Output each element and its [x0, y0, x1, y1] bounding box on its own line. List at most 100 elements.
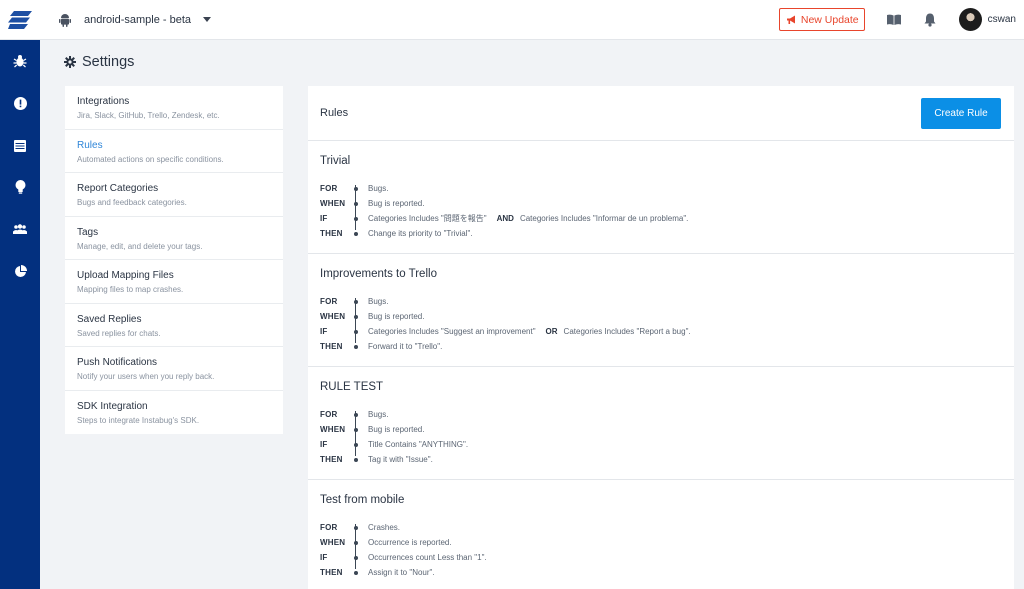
settings-menu-item-tags[interactable]: Tags Manage, edit, and delete your tags. [65, 217, 283, 260]
rule-clauses: FOR Crashes. WHEN Occurrence is reported… [320, 520, 1002, 580]
clause-value: Forward it to "Trello". [368, 342, 443, 351]
clause-value: Bug is reported. [368, 425, 425, 434]
users-icon[interactable] [0, 221, 40, 237]
clause-value: Bugs. [368, 297, 389, 306]
rule-clause-if: IF Categories Includes "Suggest an impro… [320, 324, 1002, 339]
rule-clauses: FOR Bugs. WHEN Bug is reported. IF Categ… [320, 294, 1002, 354]
clause-value: Categories Includes "問題を報告" [368, 214, 487, 223]
menu-item-title: Tags [77, 226, 99, 238]
clause-value: Occurrences count Less than "1". [368, 553, 487, 562]
settings-menu-item-sdk-integration[interactable]: SDK Integration Steps to integrate Insta… [65, 391, 283, 435]
rule-card[interactable]: Trivial FOR Bugs. WHEN Bug is reported. … [308, 141, 1014, 254]
rule-clause-for: FOR Bugs. [320, 407, 1002, 422]
alert-icon[interactable] [0, 95, 40, 111]
rule-card[interactable]: Improvements to Trello FOR Bugs. WHEN Bu… [308, 254, 1014, 367]
bell-icon[interactable] [923, 13, 937, 27]
settings-menu-item-report-categories[interactable]: Report Categories Bugs and feedback cate… [65, 173, 283, 217]
rule-clause-for: FOR Bugs. [320, 294, 1002, 309]
clause-keyword: FOR [320, 410, 338, 419]
rule-clause-for: FOR Crashes. [320, 520, 1002, 535]
clause-keyword: THEN [320, 568, 343, 577]
rules-panel: Rules Create Rule Trivial FOR Bugs. WHEN… [308, 86, 1014, 589]
rule-clause-when: WHEN Bug is reported. [320, 309, 1002, 324]
rule-card[interactable]: RULE TEST FOR Bugs. WHEN Bug is reported… [308, 367, 1014, 480]
create-rule-button[interactable]: Create Rule [921, 97, 1001, 129]
menu-item-desc: Steps to integrate Instabug's SDK. [77, 415, 200, 425]
rule-clause-if: IF Title Contains "ANYTHING". [320, 437, 1002, 452]
rule-clause-when: WHEN Occurrence is reported. [320, 535, 1002, 550]
rule-clause-if: IF Categories Includes "問題を報告" AND Categ… [320, 211, 1002, 226]
new-update-label: New Update [800, 13, 859, 26]
clause-value: Title Contains "ANYTHING". [368, 440, 469, 449]
menu-item-desc: Manage, edit, and delete your tags. [77, 241, 203, 251]
settings-menu-item-saved-replies[interactable]: Saved Replies Saved replies for chats. [65, 304, 283, 347]
clause-keyword: IF [320, 327, 328, 336]
instabug-logo[interactable] [0, 0, 40, 40]
page-header: Settings [64, 54, 134, 70]
menu-item-title: Integrations [77, 96, 130, 107]
rule-name: Improvements to Trello [320, 268, 437, 280]
menu-item-title: SDK Integration [77, 400, 148, 412]
megaphone-icon [786, 15, 795, 24]
menu-item-desc: Jira, Slack, GitHub, Trello, Zendesk, et… [77, 111, 220, 120]
clause-keyword: IF [320, 214, 328, 223]
clause-keyword: FOR [320, 184, 338, 193]
menu-item-title: Report Categories [77, 183, 159, 194]
settings-menu-item-integrations[interactable]: Integrations Jira, Slack, GitHub, Trello… [65, 86, 283, 130]
clause-value: Bug is reported. [368, 312, 425, 321]
clause-operator: OR [545, 327, 558, 336]
rule-clause-then: THEN Tag it with "Issue". [320, 452, 1002, 467]
clause-value: Categories Includes "Informar de un prob… [519, 214, 689, 223]
app-name: android-sample - beta [84, 13, 192, 26]
bug-icon[interactable] [0, 53, 40, 69]
rule-clause-then: THEN Change its priority to "Trivial". [320, 226, 1002, 241]
app-switcher[interactable]: android-sample - beta [58, 13, 212, 27]
clause-keyword: FOR [320, 297, 338, 306]
rule-clause-for: FOR Bugs. [320, 181, 1002, 196]
menu-item-title: Upload Mapping Files [77, 270, 174, 281]
menu-item-desc: Mapping files to map crashes. [77, 285, 184, 294]
new-update-button[interactable]: New Update [778, 8, 865, 31]
chevron-down-icon [203, 17, 212, 22]
pie-chart-icon[interactable] [0, 263, 40, 279]
rule-clauses: FOR Bugs. WHEN Bug is reported. IF Categ… [320, 181, 1002, 241]
rule-clauses: FOR Bugs. WHEN Bug is reported. IF Title… [320, 407, 1002, 467]
menu-item-desc: Notify your users when you reply back. [77, 372, 215, 381]
rule-clause-when: WHEN Bug is reported. [320, 422, 1002, 437]
rule-name: Trivial [320, 155, 351, 167]
username: cswan [987, 14, 1016, 25]
rules-panel-header: Rules Create Rule [308, 86, 1014, 141]
clause-value: Crashes. [368, 523, 401, 532]
logo-icon [8, 10, 32, 29]
user-menu[interactable]: cswan [958, 8, 1016, 31]
clause-keyword: IF [320, 440, 328, 449]
rule-clause-then: THEN Forward it to "Trello". [320, 339, 1002, 354]
clause-value: Change its priority to "Trivial". [368, 229, 473, 238]
settings-menu-item-rules[interactable]: Rules Automated actions on specific cond… [65, 130, 283, 173]
clause-keyword: FOR [320, 523, 338, 532]
calendar-icon[interactable] [0, 137, 40, 153]
settings-menu-item-push-notifications[interactable]: Push Notifications Notify your users whe… [65, 347, 283, 391]
clause-value: Assign it to "Nour". [368, 568, 435, 577]
book-icon[interactable] [886, 13, 901, 27]
menu-item-desc: Automated actions on specific conditions… [77, 154, 224, 164]
menu-item-title: Push Notifications [77, 357, 158, 368]
menu-item-title: Saved Replies [77, 313, 142, 325]
rule-name: RULE TEST [320, 381, 384, 393]
clause-keyword: THEN [320, 455, 343, 464]
clause-keyword: WHEN [320, 199, 346, 208]
clause-value: Categories Includes "Report a bug". [563, 327, 691, 336]
menu-item-desc: Saved replies for chats. [77, 328, 161, 338]
menu-item-title: Rules [77, 139, 103, 151]
bulb-icon[interactable] [0, 179, 40, 195]
clause-keyword: IF [320, 553, 328, 562]
rule-card[interactable]: Test from mobile FOR Crashes. WHEN Occur… [308, 480, 1014, 589]
settings-menu-item-upload-mapping-files[interactable]: Upload Mapping Files Mapping files to ma… [65, 260, 283, 304]
menu-item-desc: Bugs and feedback categories. [77, 198, 187, 207]
clause-keyword: THEN [320, 342, 343, 351]
clause-value: Bug is reported. [368, 199, 425, 208]
topbar-actions: New Update cswan [778, 0, 1024, 40]
clause-keyword: WHEN [320, 538, 346, 547]
rule-clause-then: THEN Assign it to "Nour". [320, 565, 1002, 580]
clause-keyword: WHEN [320, 425, 346, 434]
